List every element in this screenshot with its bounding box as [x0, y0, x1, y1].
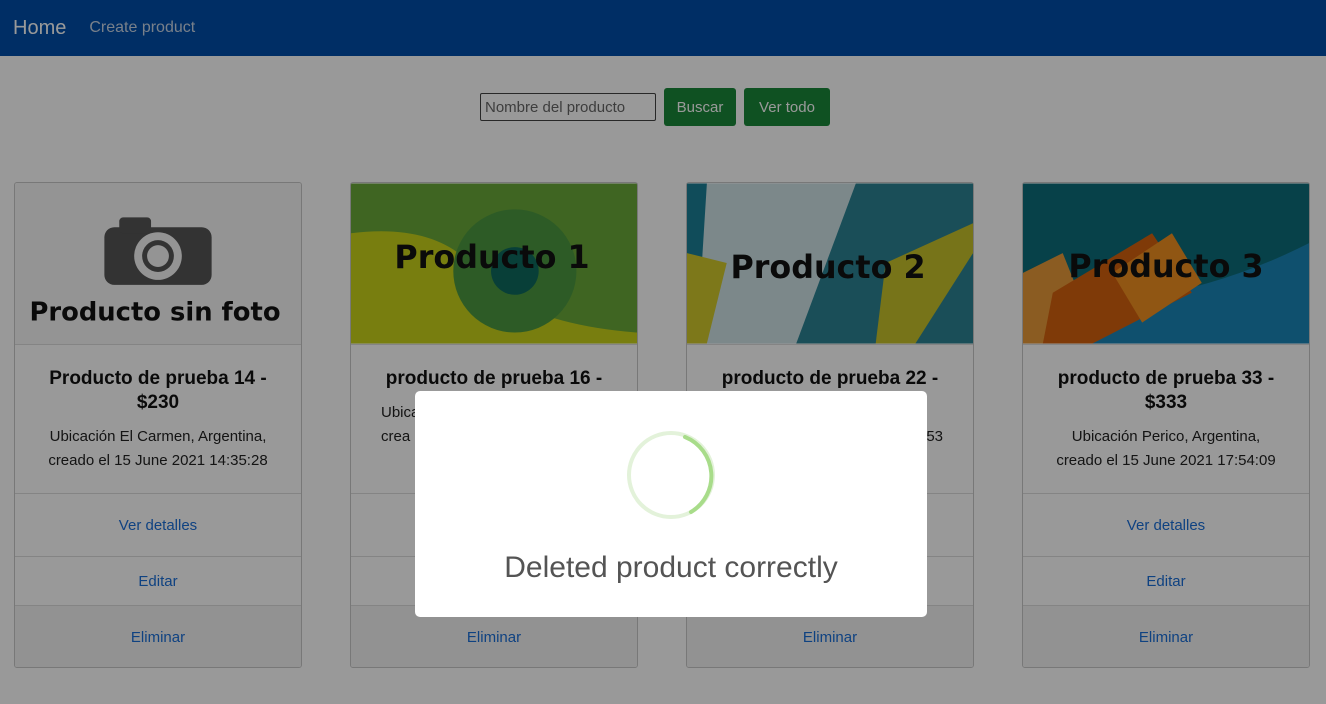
modal-message: Deleted product correctly [504, 551, 838, 584]
success-modal: Deleted product correctly [415, 391, 927, 617]
loading-spinner-icon [627, 431, 715, 519]
